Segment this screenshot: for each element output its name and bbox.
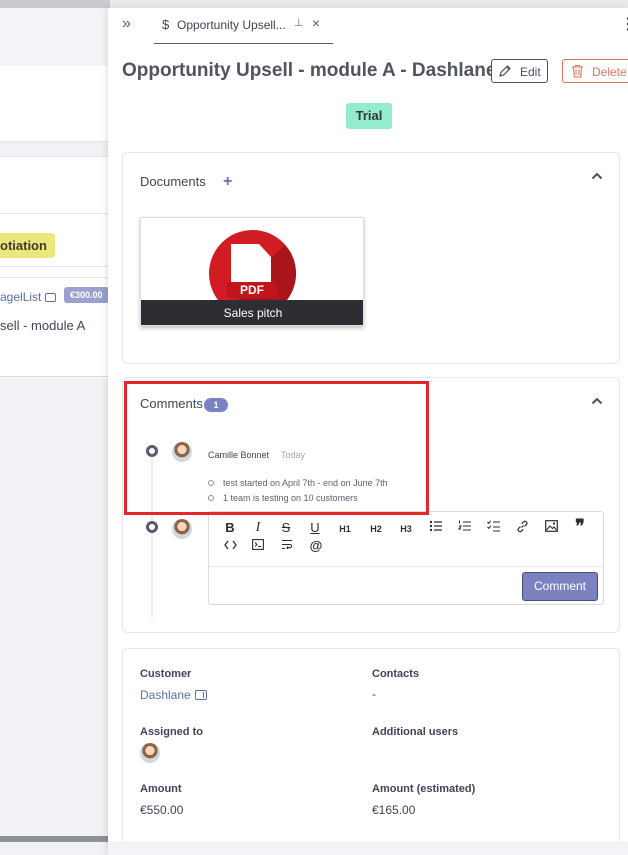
editor-toolbar: B I S U H1 H2 H3 ❞ @ (209, 512, 603, 567)
chevron-up-icon[interactable] (591, 169, 603, 183)
avatar (172, 442, 192, 462)
assigned-to-label: Assigned to (140, 726, 203, 738)
pencil-icon (498, 64, 512, 81)
status-badge: Trial (346, 103, 392, 129)
opportunity-name[interactable]: sell - module A (0, 318, 85, 333)
add-document-icon[interactable]: + (223, 173, 232, 191)
more-options-icon[interactable]: ⋮ (620, 14, 628, 34)
chevron-up-icon[interactable] (591, 394, 603, 408)
close-icon[interactable]: × (312, 15, 320, 31)
edit-label[interactable]: Edit (520, 65, 541, 79)
documents-title: Documents (140, 174, 206, 189)
link-icon[interactable] (512, 520, 532, 536)
delete-button[interactable]: Delete (562, 59, 628, 83)
document-thumbnail[interactable]: PDF Sales pitch (140, 217, 364, 326)
list-bullet (208, 480, 214, 486)
comment-time: Today (281, 450, 306, 460)
documents-card: Documents + PDF Sales pitch (122, 152, 620, 364)
pdf-type-label: PDF (227, 282, 277, 298)
background-topbar (0, 0, 110, 8)
contacts-value: - (372, 687, 376, 701)
comment-count-badge: 1 (204, 398, 228, 412)
comments-card: Comments 1 Camille Bonnet Today test sta… (122, 377, 620, 633)
customer-link[interactable]: Dashlane (140, 688, 191, 702)
background-band (0, 8, 110, 66)
tab-label[interactable]: Opportunity Upsell... (177, 18, 286, 32)
trash-icon (571, 64, 584, 81)
dollar-icon: $ (162, 17, 170, 32)
timeline-dot (146, 521, 158, 533)
list-link-label[interactable]: agelList (0, 290, 41, 304)
comment-submit-button[interactable]: Comment (522, 572, 598, 601)
amount-value: €550.00 (140, 803, 184, 817)
avatar (172, 519, 192, 539)
comment-editor[interactable]: B I S U H1 H2 H3 ❞ @ Comment (208, 511, 604, 605)
comment-line: 1 team is testing on 10 customers (223, 493, 358, 503)
quote-icon[interactable]: ❞ (570, 517, 590, 535)
heading2-button[interactable]: H2 (366, 521, 386, 537)
customer-label: Customer (140, 668, 192, 680)
comments-title: Comments (140, 396, 203, 411)
list-link[interactable]: agelList (0, 290, 56, 304)
heading1-button[interactable]: H1 (335, 521, 355, 537)
timeline-dot (146, 445, 158, 457)
page-title: Opportunity Upsell - module A - Dashlane (122, 60, 497, 81)
code-icon[interactable] (220, 539, 240, 555)
additional-users-label: Additional users (372, 726, 459, 738)
comment-author: Camille Bonnet (208, 450, 270, 460)
code-block-icon[interactable] (248, 539, 268, 555)
background-card (0, 66, 110, 142)
image-icon[interactable] (541, 520, 561, 536)
strikethrough-button[interactable]: S (276, 520, 296, 536)
tab-opportunity[interactable]: $ Opportunity Upsell... ⊥ × (154, 8, 333, 44)
wrap-text-icon[interactable] (277, 539, 297, 555)
document-caption: Sales pitch (141, 300, 363, 325)
list-bullet (208, 495, 214, 501)
italic-button[interactable]: I (248, 520, 268, 536)
bulleted-list-icon[interactable] (426, 520, 446, 536)
pin-icon[interactable]: ⊥ (294, 16, 304, 29)
heading3-button[interactable]: H3 (396, 521, 416, 537)
background-page: otiation agelList €300.00 sell - module … (0, 0, 110, 855)
expand-icon[interactable]: » (122, 16, 138, 32)
open-panel-icon (44, 293, 56, 302)
opportunity-drawer: » $ Opportunity Upsell... ⊥ × ⋮ Opportun… (108, 8, 628, 855)
drawer-tab-bar: » $ Opportunity Upsell... ⊥ × ⋮ (108, 8, 628, 44)
drawer-footer (108, 841, 628, 855)
checklist-icon[interactable] (484, 520, 504, 536)
mention-icon[interactable]: @ (306, 538, 326, 554)
divider (0, 266, 110, 267)
contacts-label: Contacts (372, 668, 420, 680)
numbered-list-icon[interactable] (455, 520, 475, 536)
open-panel-icon[interactable] (195, 690, 207, 700)
stage-tag: otiation (0, 233, 55, 258)
bold-button[interactable]: B (220, 520, 240, 536)
comment-line: test started on April 7th - end on June … (223, 478, 388, 488)
details-card: Customer Dashlane Contacts - Assigned to… (122, 648, 620, 848)
price-badge: €300.00 (64, 287, 109, 303)
amount-estimated-label: Amount (estimated) (372, 783, 476, 795)
horizontal-scrollbar[interactable] (0, 836, 110, 842)
underline-button[interactable]: U (305, 520, 325, 536)
delete-label[interactable]: Delete (592, 65, 627, 79)
divider (0, 213, 110, 214)
avatar[interactable] (140, 743, 160, 763)
amount-label: Amount (140, 783, 182, 795)
edit-button[interactable]: Edit (491, 59, 548, 83)
amount-estimated-value: €165.00 (372, 803, 416, 817)
timeline-line (151, 458, 153, 618)
